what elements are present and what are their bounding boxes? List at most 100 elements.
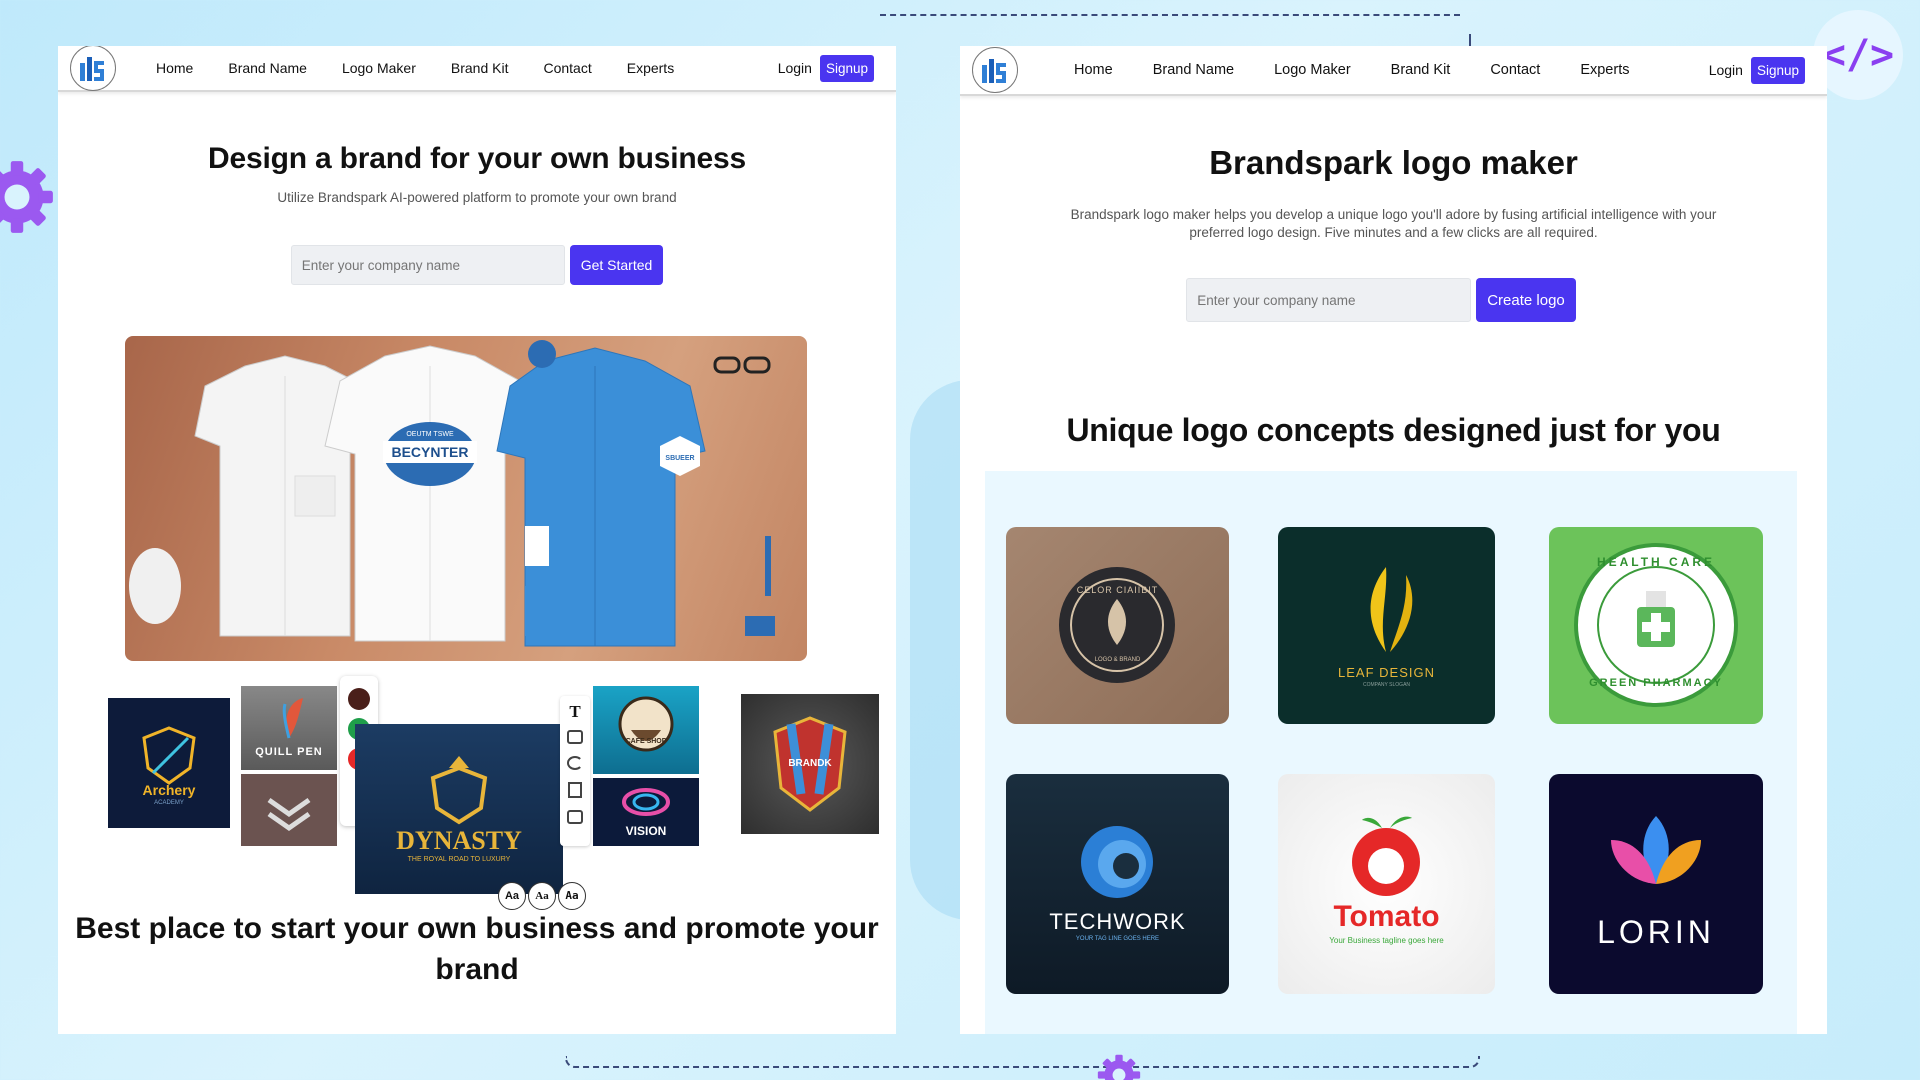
nav-links: Home Brand Name Logo Maker Brand Kit Con… (156, 60, 709, 76)
lotus-logo-icon (1611, 816, 1701, 884)
nav-auth: Login Signup (1709, 56, 1805, 84)
frame-tool-icon[interactable] (567, 730, 583, 744)
nav-contact[interactable]: Contact (543, 60, 591, 76)
font-sample-1[interactable]: Aa (498, 882, 526, 910)
vision-text: VISION (625, 824, 667, 838)
navbar: Home Brand Name Logo Maker Brand Kit Con… (960, 46, 1827, 96)
archery-shield-icon (142, 726, 196, 785)
nav-brand-name[interactable]: Brand Name (1153, 62, 1234, 78)
brandk-logo: BRANDK (741, 694, 879, 834)
brandk-text: BRANDK (788, 758, 832, 769)
nav-home[interactable]: Home (156, 60, 193, 76)
copy-tool-icon[interactable] (568, 782, 582, 798)
nav-logo-maker[interactable]: Logo Maker (342, 60, 416, 76)
logo-collage: Archery ACADEMY QUILL PEN DYNASTY THE RO… (108, 676, 879, 910)
layer-tool-icon[interactable] (567, 810, 583, 824)
font-sample-3[interactable]: Aa (558, 882, 586, 910)
concept-name: HEALTH CARE (1596, 555, 1716, 569)
brandspark-logo[interactable] (70, 46, 116, 91)
decorative-dashed-line (880, 14, 1460, 16)
concept-name: LEAF DESIGN (1338, 665, 1435, 680)
rotate-tool-icon[interactable] (567, 756, 583, 770)
leaf-logo-icon (1370, 567, 1413, 652)
concept-name: CELOR CIAIIBIT (1076, 585, 1159, 595)
concept-name: Tomato (1333, 900, 1440, 933)
nav-experts[interactable]: Experts (1580, 62, 1629, 78)
hero-title: Design a brand for your own business (208, 142, 746, 175)
logo-concepts-grid: CELOR CIAIIBIT LOGO & BRAND LEAF DESIGN … (985, 471, 1797, 1034)
cafe-shop-logo: CAFE SHOP (593, 686, 699, 774)
archery-logo: Archery ACADEMY (108, 698, 230, 828)
create-logo-button[interactable]: Create logo (1476, 278, 1576, 322)
chevron-logo (241, 774, 337, 846)
dynasty-text: DYNASTY (396, 826, 522, 855)
brand-page-panel: Home Brand Name Logo Maker Brand Kit Con… (58, 46, 896, 1034)
emblem-logo-icon (1059, 567, 1175, 683)
bottom-headline: Best place to start your own business an… (75, 912, 879, 986)
dynasty-sub-text: THE ROYAL ROAD TO LUXURY (407, 856, 511, 863)
nav-logo-maker[interactable]: Logo Maker (1274, 62, 1351, 78)
nav-contact[interactable]: Contact (1490, 62, 1540, 78)
gear-icon (0, 161, 53, 233)
bearded-man-icon (618, 696, 674, 752)
cafe-shop-text: CAFE SHOP (625, 738, 667, 745)
tomato-logo-icon (1352, 816, 1420, 896)
concept-tagline: YOUR TAG LINE GOES HERE (1075, 936, 1160, 942)
concepts-title: Unique logo concepts designed just for y… (1066, 412, 1721, 448)
concept-name: LORIN (1597, 914, 1715, 950)
brandspark-logo[interactable] (972, 47, 1018, 93)
shirt-logo-text: BECYNTER (391, 444, 468, 460)
logo-maker-panel: Home Brand Name Logo Maker Brand Kit Con… (960, 46, 1827, 1034)
nav-experts[interactable]: Experts (627, 60, 674, 76)
shirts-mockup-illustration: BECYNTER OEUTM TSWE SBUEER (129, 340, 775, 647)
decorative-tick (1469, 34, 1471, 46)
logo-concept-card[interactable]: TECHWORK YOUR TAG LINE GOES HERE (1006, 774, 1229, 994)
color-swatch-brown[interactable] (348, 688, 370, 710)
chevron-icon (267, 797, 311, 832)
company-search-form: Get Started (58, 245, 896, 285)
logo-concept-card[interactable]: LORIN (1549, 774, 1763, 994)
logo-concept-card[interactable]: HEALTH CARE GREEN PHARMACY (1549, 527, 1763, 724)
concept-tagline: Your Business tagline goes here (1329, 936, 1444, 945)
nav-auth: Login Signup (778, 54, 874, 82)
login-link[interactable]: Login (778, 60, 812, 76)
signup-button[interactable]: Signup (1750, 56, 1805, 84)
brand-logo-icon (80, 57, 104, 81)
nav-brand-name[interactable]: Brand Name (228, 60, 307, 76)
logo-search-form: Create logo (960, 278, 1827, 322)
nav-links: Home Brand Name Logo Maker Brand Kit Con… (1074, 62, 1669, 78)
blue-shirt-logo-text: SBUEER (665, 455, 694, 462)
vision-logo: VISION (593, 778, 699, 846)
logo-concept-card[interactable]: Tomato Your Business tagline goes here (1278, 774, 1495, 994)
logo-concept-card[interactable]: CELOR CIAIIBIT LOGO & BRAND (1006, 527, 1229, 724)
login-link[interactable]: Login (1709, 62, 1743, 78)
text-tool-icon[interactable]: T (560, 702, 590, 722)
nav-home[interactable]: Home (1074, 62, 1113, 78)
brand-mockup-image: BECYNTER OEUTM TSWE SBUEER (125, 336, 807, 661)
signup-button[interactable]: Signup (819, 54, 874, 82)
company-name-input[interactable] (1186, 278, 1472, 322)
navbar: Home Brand Name Logo Maker Brand Kit Con… (58, 46, 896, 92)
archery-text: Archery (142, 782, 196, 798)
hero-subtitle: Utilize Brandspark AI-powered platform t… (277, 190, 677, 205)
editor-toolbar: T (560, 696, 590, 846)
shirt-logo-top-text: OEUTM TSWE (406, 431, 454, 438)
dynasty-logo: DYNASTY THE ROYAL ROAD TO LUXURY (355, 724, 563, 894)
decorative-dashed-frame (565, 1056, 1480, 1068)
concept-tagline: COMPANY SLOGAN (1362, 682, 1411, 688)
dynasty-crest-icon (430, 756, 488, 825)
nav-brand-kit[interactable]: Brand Kit (451, 60, 509, 76)
page-title: Brandspark logo maker (1209, 144, 1578, 181)
font-sample-2[interactable]: Aa (528, 882, 556, 910)
concept-name: TECHWORK (1049, 909, 1186, 934)
company-name-input[interactable] (290, 245, 565, 285)
nav-brand-kit[interactable]: Brand Kit (1391, 62, 1451, 78)
archery-sub-text: ACADEMY (154, 800, 184, 806)
quill-pen-logo: QUILL PEN (241, 686, 337, 770)
gear-icon (1097, 1054, 1141, 1080)
logo-concept-card[interactable]: LEAF DESIGN COMPANY SLOGAN (1278, 527, 1495, 724)
concept-tagline: LOGO & BRAND (1094, 657, 1141, 663)
concept-tagline: GREEN PHARMACY (1589, 677, 1723, 689)
techwork-logo-icon (1081, 826, 1153, 898)
get-started-button[interactable]: Get Started (569, 245, 664, 285)
